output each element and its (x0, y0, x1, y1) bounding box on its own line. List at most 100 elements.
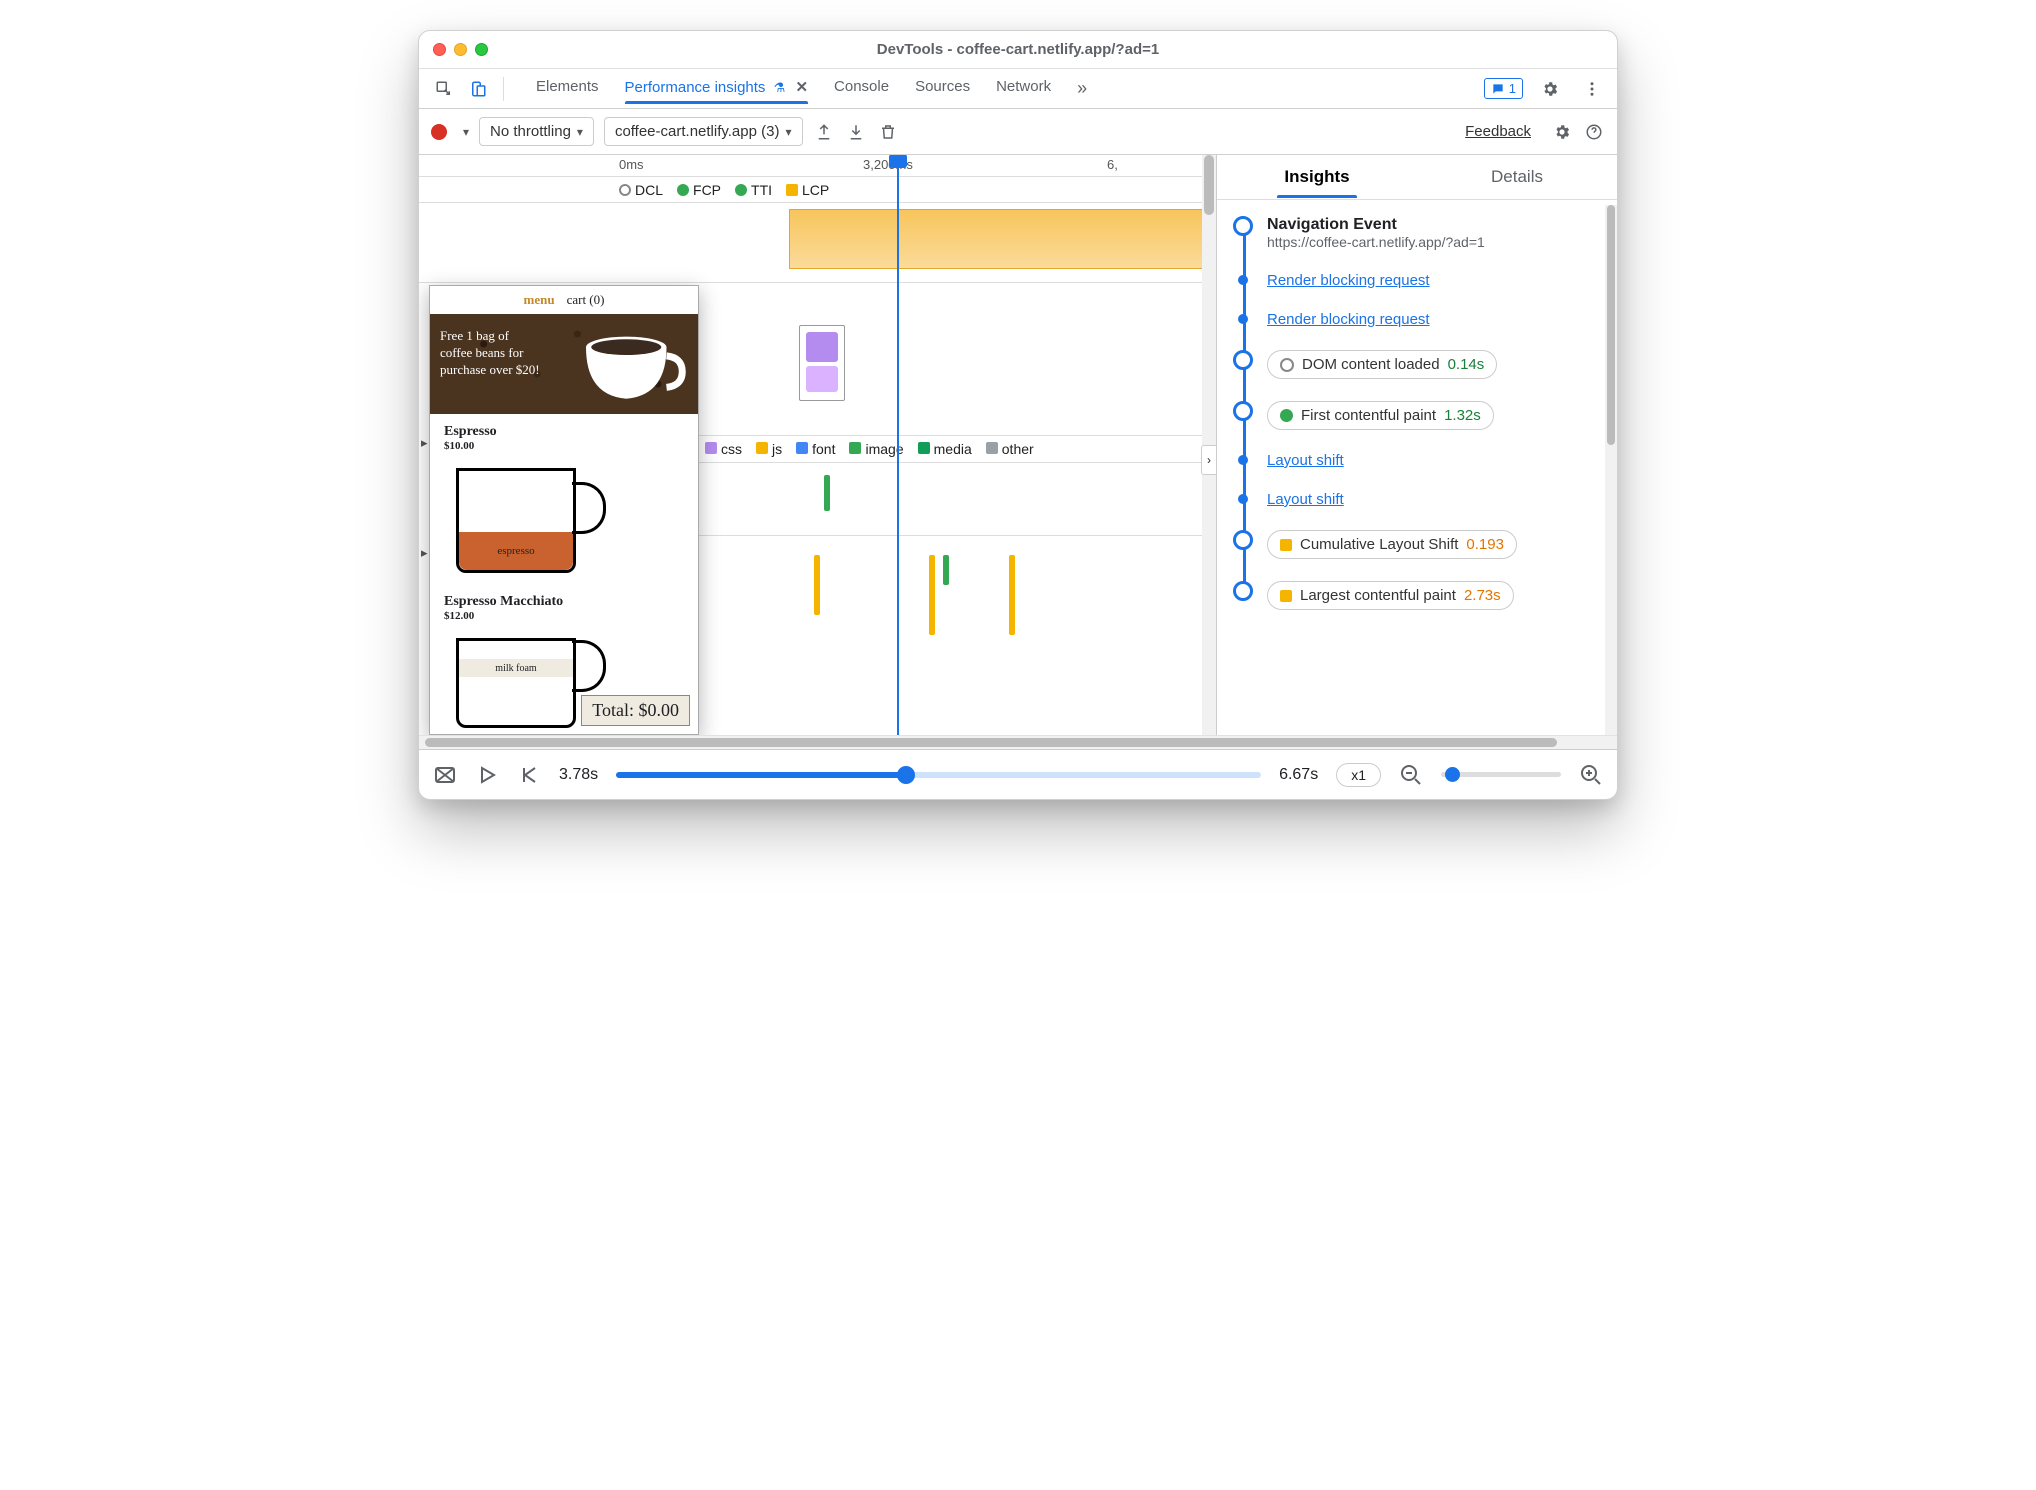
timeline-playhead[interactable] (897, 155, 899, 735)
wf-bar (1009, 555, 1015, 635)
tab-network[interactable]: Network (984, 70, 1063, 107)
upload-icon[interactable] (813, 121, 835, 143)
node-ring-icon (1233, 350, 1253, 370)
milestone-legend: DCL FCP TTI LCP (419, 177, 1216, 203)
ring-dot-icon (619, 184, 631, 196)
legend-js: js (756, 441, 782, 457)
preview-nav-menu: menu (524, 292, 555, 308)
ring-dot-icon (1280, 358, 1294, 372)
marker-lcp: LCP (786, 182, 829, 198)
node-ring-icon (1233, 530, 1253, 550)
tab-performance-insights[interactable]: Performance insights ⚗ ✕ (613, 70, 820, 107)
throttling-value: No throttling (490, 123, 571, 140)
insight-navigation-event[interactable]: Navigation Event https://coffee-cart.net… (1267, 216, 1603, 250)
wf-bar (929, 555, 935, 635)
preview-nav: menu cart (0) (430, 286, 698, 314)
insights-panel: Insights Details Navigation Event https:… (1217, 155, 1617, 735)
insight-render-blocking-1[interactable]: Render blocking request (1267, 272, 1603, 289)
insights-scrollbar[interactable] (1605, 205, 1617, 735)
node-dot-icon (1238, 494, 1248, 504)
session-select[interactable]: coffee-cart.netlify.app (3) (604, 117, 803, 146)
marker-tti: TTI (735, 182, 772, 198)
legend-other: other (986, 441, 1034, 457)
ruler-tick-2: 6, (1107, 157, 1118, 172)
insight-fcp[interactable]: First contentful paint 1.32s (1267, 401, 1603, 430)
preview-product-1: Espresso $10.00 espresso Espresso Macchi… (430, 414, 698, 714)
green-dot-icon (735, 184, 747, 196)
insight-dcl[interactable]: DOM content loaded 0.14s (1267, 350, 1603, 379)
main-thread-block (789, 209, 1206, 269)
play-icon[interactable] (475, 763, 499, 787)
insight-cls[interactable]: Cumulative Layout Shift 0.193 (1267, 530, 1603, 559)
insight-layout-shift-1[interactable]: Layout shift (1267, 452, 1603, 469)
zoom-out-icon[interactable] (1399, 763, 1423, 787)
green-dot-icon (677, 184, 689, 196)
node-ring-icon (1233, 581, 1253, 601)
download-icon[interactable] (845, 121, 867, 143)
tab-elements[interactable]: Elements (524, 70, 611, 107)
insights-toolbar: No throttling coffee-cart.netlify.app (3… (419, 109, 1617, 155)
window-titlebar: DevTools - coffee-cart.netlify.app/?ad=1 (419, 31, 1617, 69)
jump-to-start-icon[interactable] (517, 763, 541, 787)
throttling-select[interactable]: No throttling (479, 117, 594, 146)
preview-banner-text: Free 1 bag of coffee beans for purchase … (440, 328, 540, 379)
main-split: 0ms 3,200ms 6, DCL FCP TTI LCP (419, 155, 1617, 735)
zoom-slider[interactable] (1441, 772, 1561, 777)
settings-gear-icon[interactable] (1535, 74, 1565, 104)
zoom-multiplier[interactable]: x1 (1336, 763, 1381, 787)
track-expand-2[interactable]: ▸ (421, 545, 428, 561)
marker-fcp: FCP (677, 182, 721, 198)
zoom-in-icon[interactable] (1579, 763, 1603, 787)
wf-divider (699, 535, 1206, 536)
tabs-overflow-icon[interactable]: » (1065, 70, 1099, 107)
node-ring-icon (1233, 401, 1253, 421)
record-button[interactable] (431, 124, 447, 140)
insight-render-blocking-2[interactable]: Render blocking request (1267, 311, 1603, 328)
mug-illustration-2: milk foam (446, 630, 596, 690)
kebab-menu-icon[interactable] (1577, 74, 1607, 104)
tab-console[interactable]: Console (822, 70, 901, 107)
filmstrip-thumbnail[interactable] (799, 325, 845, 401)
panel-settings-gear-icon[interactable] (1551, 121, 1573, 143)
node-ring-icon (1233, 216, 1253, 236)
session-value: coffee-cart.netlify.app (3) (615, 123, 780, 140)
overview-band[interactable] (419, 203, 1216, 283)
legend-css: css (705, 441, 742, 457)
marker-dcl: DCL (619, 182, 663, 198)
orange-square-icon (1280, 590, 1292, 602)
tab-sources[interactable]: Sources (903, 70, 982, 107)
tab-insights[interactable]: Insights (1217, 155, 1417, 199)
node-dot-icon (1238, 455, 1248, 465)
wf-bar (814, 555, 820, 615)
timeline-panel: 0ms 3,200ms 6, DCL FCP TTI LCP (419, 155, 1217, 735)
device-toggle-icon[interactable] (463, 74, 493, 104)
record-options-dropdown[interactable] (457, 125, 469, 139)
ruler-tick-0: 0ms (619, 157, 644, 172)
help-icon[interactable] (1583, 121, 1605, 143)
flask-icon: ⚗ (774, 80, 786, 95)
legend-media: media (918, 441, 972, 457)
divider (503, 77, 504, 101)
waterfall-area[interactable] (699, 475, 1206, 735)
insight-layout-shift-2[interactable]: Layout shift (1267, 491, 1603, 508)
orange-square-icon (786, 184, 798, 196)
inspect-element-icon[interactable] (429, 74, 459, 104)
panel-collapse-handle[interactable]: › (1201, 445, 1217, 475)
wf-bar (943, 555, 949, 585)
insights-list: Navigation Event https://coffee-cart.net… (1217, 200, 1617, 735)
feedback-link[interactable]: Feedback (1465, 123, 1531, 140)
tab-details[interactable]: Details (1417, 155, 1617, 199)
track-expand-1[interactable]: ▸ (421, 435, 428, 451)
insight-lcp[interactable]: Largest contentful paint 2.73s (1267, 581, 1603, 610)
green-dot-icon (1280, 409, 1293, 422)
playback-slider[interactable] (616, 772, 1261, 778)
wf-bar (824, 475, 830, 511)
playback-end-time: 6.67s (1279, 766, 1318, 784)
close-tab-icon[interactable]: ✕ (795, 79, 808, 96)
issues-badge[interactable]: 1 (1484, 78, 1523, 99)
delete-icon[interactable] (877, 121, 899, 143)
time-ruler[interactable]: 0ms 3,200ms 6, (419, 155, 1216, 177)
right-panel-tabs: Insights Details (1217, 155, 1617, 200)
timeline-horizontal-scrollbar[interactable] (419, 735, 1617, 749)
toggle-screenshots-icon[interactable] (433, 763, 457, 787)
